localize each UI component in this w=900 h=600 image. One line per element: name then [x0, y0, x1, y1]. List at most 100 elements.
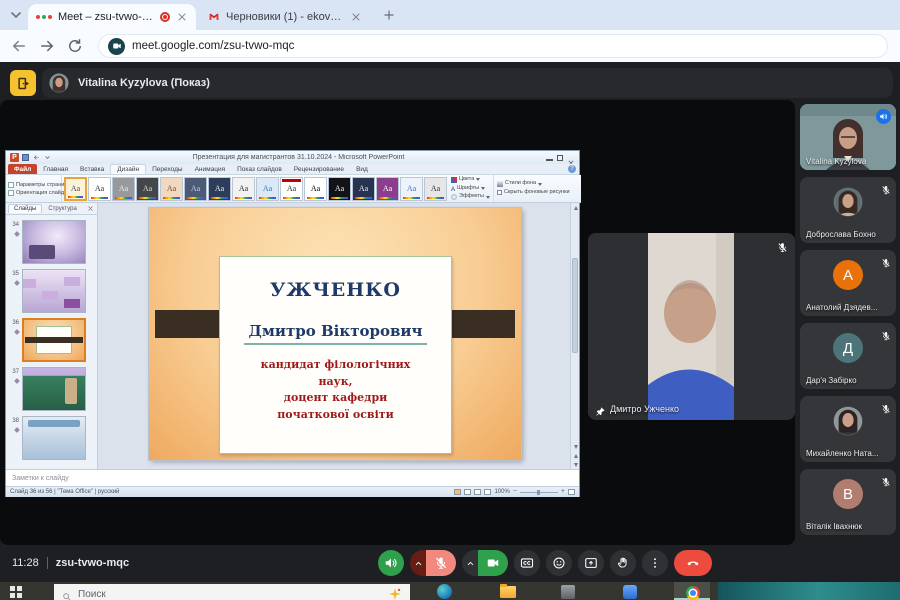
theme-thumbnail-9[interactable]: Aa: [256, 177, 279, 201]
theme-thumbnail-1[interactable]: Aa: [64, 177, 87, 201]
participant-tile-1[interactable]: Vitalina Kyzylova: [800, 104, 896, 170]
browser-tab-meet[interactable]: Meet – zsu-tvwo-mqc: [28, 4, 196, 30]
panel-close-icon[interactable]: [87, 205, 94, 212]
theme-thumbnail-13[interactable]: Aa: [352, 177, 375, 201]
captions-button[interactable]: [514, 550, 540, 576]
minimize-icon[interactable]: [546, 159, 553, 161]
participant-tile-5[interactable]: Михайленко Ната...: [800, 396, 896, 462]
participant-tile-4[interactable]: ДДар'я Забірко: [800, 323, 896, 389]
ribbon-tab-Переходы[interactable]: Переходы: [146, 164, 189, 174]
theme-thumbnail-11[interactable]: Aa: [304, 177, 327, 201]
save-icon[interactable]: [22, 154, 29, 161]
ribbon-tab-Показ слайдов[interactable]: Показ слайдов: [231, 164, 288, 174]
tab-close-icon[interactable]: [176, 11, 188, 23]
theme-thumbnail-14[interactable]: Aa: [376, 177, 399, 201]
ribbon-tab-Главная[interactable]: Главная: [37, 164, 74, 174]
camera-button[interactable]: [462, 550, 508, 576]
camera-options-chevron[interactable]: [462, 550, 478, 576]
theme-colors-button[interactable]: Цвета: [451, 176, 490, 184]
tab-close-icon[interactable]: [350, 11, 362, 23]
panel-tab-outline[interactable]: Структура: [42, 204, 82, 213]
scroll-up-icon[interactable]: [571, 203, 580, 212]
leave-call-button[interactable]: [674, 550, 712, 576]
reading-view-icon[interactable]: [474, 489, 481, 495]
file-explorer-icon[interactable]: [500, 584, 516, 600]
theme-thumbnail-16[interactable]: Aa: [424, 177, 447, 201]
scrollbar-thumb[interactable]: [572, 258, 578, 353]
address-bar[interactable]: meet.google.com/zsu-tvwo-mqc: [98, 34, 888, 58]
theme-fonts-button[interactable]: АШрифты: [451, 185, 490, 193]
zoom-in-icon[interactable]: +: [561, 489, 565, 495]
presentation-tile[interactable]: P Презентация для магистрантов 31.10.202…: [0, 100, 795, 545]
scroll-down-icon[interactable]: [571, 442, 580, 451]
raise-hand-button[interactable]: [610, 550, 636, 576]
close-icon[interactable]: [567, 154, 575, 162]
zoom-out-icon[interactable]: −: [513, 489, 517, 495]
pinned-participant-tile[interactable]: Дмитро Ужченко: [588, 233, 795, 420]
ribbon-tab-Рецензирование[interactable]: Рецензирование: [288, 164, 350, 174]
theme-thumbnail-15[interactable]: Aa: [400, 177, 423, 201]
participant-tile-2[interactable]: Доброслава Бохно: [800, 177, 896, 243]
next-slide-icon[interactable]: [571, 460, 580, 469]
slide-thumbnail-37[interactable]: [22, 367, 86, 411]
ribbon-tab-Файл[interactable]: Файл: [8, 164, 37, 174]
theme-thumbnail-2[interactable]: Aa: [88, 177, 111, 201]
ribbon-tab-Вид[interactable]: Вид: [350, 164, 374, 174]
ribbon-tab-Дизайн[interactable]: Дизайн: [110, 164, 146, 174]
page-setup-button[interactable]: Параметры страницы: [8, 182, 59, 188]
door-icon[interactable]: [10, 70, 36, 96]
qat-chevron-icon[interactable]: [43, 154, 51, 162]
tab-search-chevron-icon[interactable]: [8, 7, 24, 23]
slide-canvas[interactable]: УЖЧЕНКО Дмитро Вікторович кандидат філол…: [149, 208, 521, 460]
vertical-scrollbar[interactable]: [570, 203, 579, 469]
undo-icon[interactable]: [32, 154, 40, 162]
notes-pane[interactable]: Заметки к слайду: [6, 469, 579, 486]
ribbon-tab-Вставка[interactable]: Вставка: [74, 164, 110, 174]
slide-thumbnail-36[interactable]: [22, 318, 86, 362]
slideshow-icon[interactable]: [484, 489, 491, 495]
help-icon[interactable]: ?: [568, 165, 576, 173]
new-tab-button[interactable]: [382, 8, 396, 22]
theme-thumbnail-4[interactable]: Aa: [136, 177, 159, 201]
slide-thumbnail-34[interactable]: [22, 220, 86, 264]
ribbon-tab-Анимация[interactable]: Анимация: [189, 164, 232, 174]
chrome-icon[interactable]: [684, 584, 700, 600]
app-icon-gray[interactable]: [560, 584, 576, 600]
slide-orientation-button[interactable]: Ориентация слайдов: [8, 190, 59, 196]
maximize-icon[interactable]: [557, 155, 563, 161]
slide-thumbnail-35[interactable]: [22, 269, 86, 313]
app-icon-blue[interactable]: [622, 584, 638, 600]
theme-thumbnail-3[interactable]: Aa: [112, 177, 135, 201]
participant-tile-3[interactable]: ААнатолий Дзядев...: [800, 250, 896, 316]
normal-view-icon[interactable]: [454, 489, 461, 495]
start-button[interactable]: [10, 586, 22, 598]
previous-slide-icon[interactable]: [571, 451, 580, 460]
panel-tab-slides[interactable]: Слайды: [8, 204, 42, 213]
slide-sorter-icon[interactable]: [464, 489, 471, 495]
reactions-button[interactable]: [546, 550, 572, 576]
reload-icon[interactable]: [66, 37, 84, 55]
fit-to-window-icon[interactable]: [568, 489, 575, 495]
more-options-button[interactable]: [642, 550, 668, 576]
edge-icon[interactable]: [437, 584, 453, 600]
microphone-options-chevron[interactable]: [410, 550, 426, 576]
present-button[interactable]: [578, 550, 604, 576]
taskbar-search[interactable]: Поиск: [54, 584, 410, 600]
background-styles-button[interactable]: Стили фона: [497, 180, 570, 188]
forward-icon[interactable]: [38, 37, 56, 55]
theme-thumbnail-7[interactable]: Aa: [208, 177, 231, 201]
back-icon[interactable]: [10, 37, 28, 55]
browser-tab-gmail[interactable]: Черновики (1) - ekovalenko20: [200, 4, 370, 30]
slide-thumbnail-38[interactable]: [22, 416, 86, 460]
microphone-button[interactable]: [410, 550, 456, 576]
theme-thumbnail-12[interactable]: Aa: [328, 177, 351, 201]
audio-share-button[interactable]: [378, 550, 404, 576]
hide-background-checkbox[interactable]: Скрыть фоновые рисунки: [497, 189, 570, 197]
zoom-slider[interactable]: [520, 492, 558, 493]
theme-thumbnail-8[interactable]: Aa: [232, 177, 255, 201]
theme-thumbnail-5[interactable]: Aa: [160, 177, 183, 201]
theme-thumbnail-10[interactable]: Aa: [280, 177, 303, 201]
theme-effects-button[interactable]: Эффекты: [451, 193, 490, 201]
theme-thumbnail-6[interactable]: Aa: [184, 177, 207, 201]
participant-tile-6[interactable]: ВВіталік Івахнюк: [800, 469, 896, 535]
